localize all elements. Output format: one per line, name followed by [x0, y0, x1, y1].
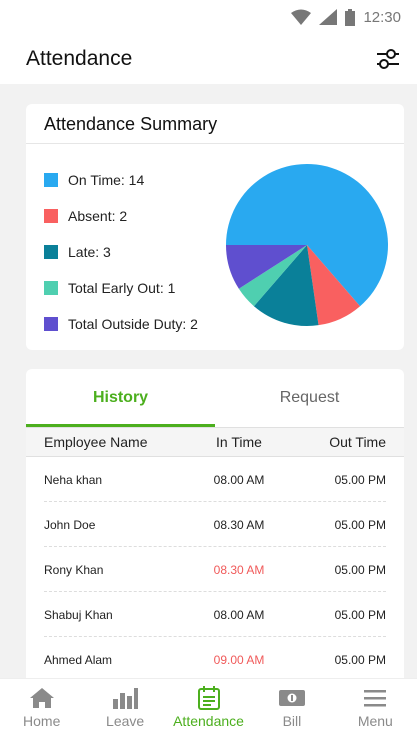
nav-label: Leave — [106, 713, 145, 729]
legend-item-absent: Absent: 2 — [44, 198, 198, 234]
employee-name: Rony Khan — [44, 562, 104, 577]
legend-item-outside-duty: Total Outside Duty: 2 — [44, 306, 198, 342]
menu-icon — [363, 686, 387, 710]
employee-name: Shabuj Khan — [44, 607, 113, 622]
legend-swatch — [44, 173, 58, 187]
nav-attendance[interactable]: Attendance — [167, 679, 250, 736]
legend-swatch — [44, 281, 58, 295]
table-header: Employee Name In Time Out Time — [26, 427, 404, 457]
chart-legend: On Time: 14 Absent: 2 Late: 3 Total Earl… — [44, 162, 198, 342]
calendar-icon — [197, 686, 220, 710]
header-employee-name: Employee Name — [44, 434, 148, 450]
out-time: 05.00 PM — [334, 517, 386, 532]
nav-label: Attendance — [173, 713, 244, 729]
nav-label: Home — [23, 713, 61, 729]
nav-bill[interactable]: Bill — [250, 679, 333, 736]
tab-bar: History Request — [26, 369, 404, 427]
in-time-late: 09.00 AM — [213, 652, 265, 667]
legend-swatch — [44, 245, 58, 259]
header-in-time: In Time — [216, 434, 262, 450]
page-title: Attendance — [26, 47, 133, 70]
nav-label: Menu — [357, 713, 393, 729]
nav-leave[interactable]: Leave — [83, 679, 166, 736]
status-bar: 12:30 — [0, 0, 417, 34]
attendance-pie-chart — [226, 164, 388, 326]
nav-menu[interactable]: Menu — [334, 679, 417, 736]
filter-button[interactable] — [373, 44, 403, 74]
legend-swatch — [44, 209, 58, 223]
legend-label: Total Outside Duty: 2 — [68, 316, 198, 332]
header-out-time: Out Time — [329, 434, 386, 450]
bar-chart-icon — [112, 686, 139, 710]
legend-swatch — [44, 317, 58, 331]
employee-name: Ahmed Alam — [44, 652, 113, 667]
bill-icon — [278, 686, 306, 710]
nav-home[interactable]: Home — [0, 679, 83, 736]
employee-name: Neha khan — [44, 472, 103, 487]
legend-label: On Time: 14 — [68, 172, 145, 188]
table-row[interactable]: Rony Khan 08.30 AM 05.00 PM — [26, 547, 404, 592]
table-row[interactable]: Neha khan 08.00 AM 05.00 PM — [26, 457, 404, 502]
signal-icon — [319, 9, 338, 25]
table-row[interactable]: Shabuj Khan 08.00 AM 05.00 PM — [26, 592, 404, 637]
legend-label: Total Early Out: 1 — [68, 280, 176, 296]
table-row[interactable]: John Doe 08.30 AM 05.00 PM — [26, 502, 404, 547]
legend-label: Absent: 2 — [68, 208, 128, 224]
status-time: 12:30 — [363, 8, 401, 26]
out-time: 05.00 PM — [334, 472, 386, 487]
sliders-icon — [377, 49, 399, 69]
active-tab-indicator — [26, 424, 215, 427]
tab-history[interactable]: History — [26, 369, 215, 427]
legend-item-early-out: Total Early Out: 1 — [44, 270, 198, 306]
wifi-icon — [291, 9, 312, 25]
out-time: 05.00 PM — [334, 607, 386, 622]
out-time: 05.00 PM — [334, 562, 386, 577]
in-time: 08.00 AM — [213, 472, 265, 487]
in-time: 08.00 AM — [213, 607, 265, 622]
table-row[interactable]: Ahmed Alam 09.00 AM 05.00 PM — [26, 637, 404, 682]
in-time-late: 08.30 AM — [213, 562, 265, 577]
history-card: History Request Employee Name In Time Ou… — [26, 369, 404, 689]
out-time: 05.00 PM — [334, 652, 386, 667]
home-icon — [29, 686, 55, 710]
battery-icon — [345, 8, 356, 26]
tab-request[interactable]: Request — [215, 369, 404, 427]
app-bar: Attendance — [0, 34, 417, 84]
summary-title: Attendance Summary — [26, 104, 404, 144]
in-time: 08.30 AM — [213, 517, 265, 532]
legend-item-on-time: On Time: 14 — [44, 162, 198, 198]
employee-name: John Doe — [44, 517, 96, 532]
legend-label: Late: 3 — [68, 244, 111, 260]
legend-item-late: Late: 3 — [44, 234, 198, 270]
nav-label: Bill — [282, 713, 302, 729]
attendance-summary-card: Attendance Summary On Time: 14 Absent: 2… — [26, 104, 404, 350]
bottom-navigation: Home Leave Attendance Bill Menu — [0, 678, 417, 736]
